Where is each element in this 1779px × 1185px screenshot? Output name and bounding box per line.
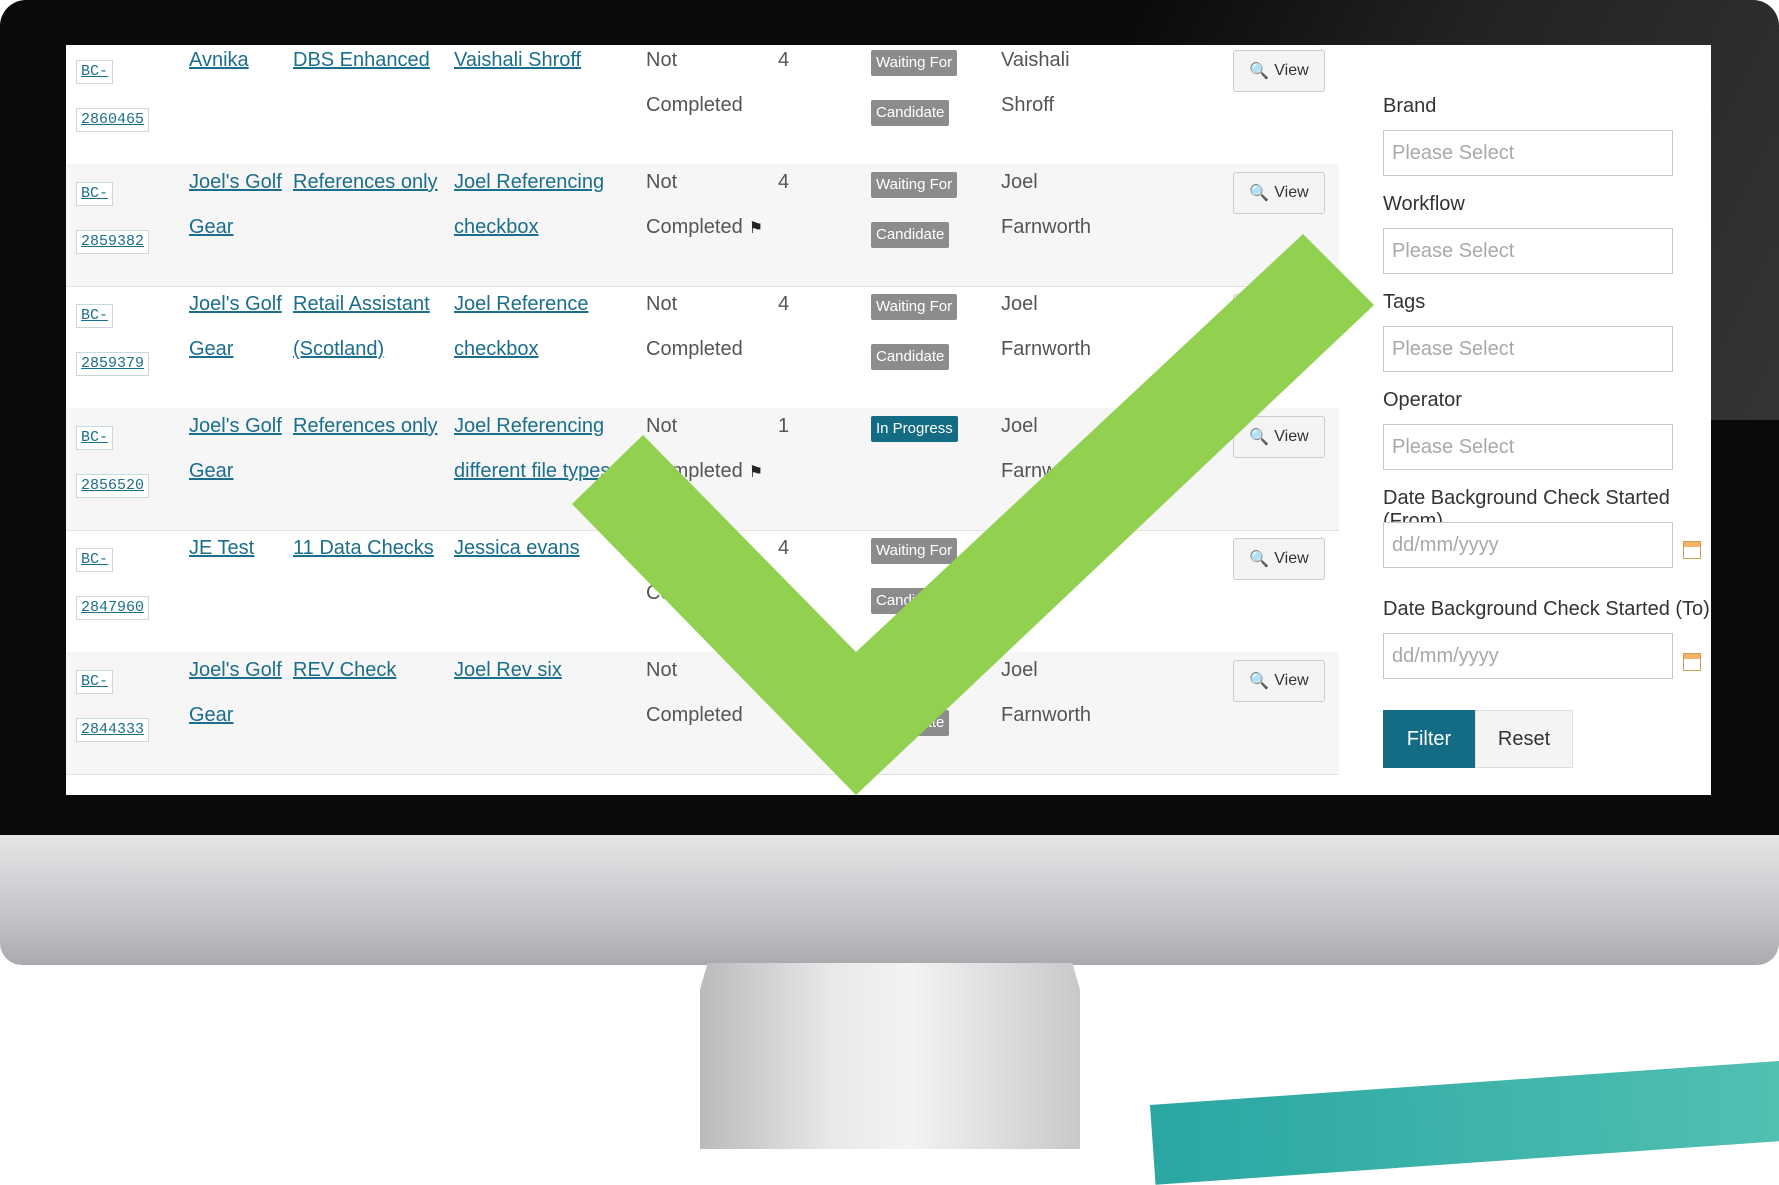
status-badge: Waiting For Candidate	[871, 294, 958, 394]
status-text: Not Completed	[646, 293, 743, 360]
candidate-link[interactable]: Jessica evans	[454, 526, 580, 571]
check-count: 4	[778, 293, 790, 315]
check-count: 1	[778, 415, 790, 437]
view-button[interactable]: 🔍 View	[1233, 50, 1325, 92]
status-badge: Waiting For Candidate	[871, 538, 958, 638]
results-table: BC- 2860465 Avnika DBS Enhanced Vaishali …	[66, 45, 1340, 795]
brand-link[interactable]: Joel's Golf Gear	[189, 160, 282, 250]
operator-name: Joel Farnworth	[1001, 171, 1092, 238]
status-text: Not Completed	[646, 537, 743, 604]
monitor-chin	[0, 835, 1779, 965]
view-button[interactable]: 🔍 View	[1233, 660, 1325, 702]
teal-swoosh	[1150, 1056, 1779, 1185]
workflow-label: Workflow	[1383, 193, 1465, 215]
reference-link[interactable]: BC- 2847960	[76, 536, 150, 632]
reference-link[interactable]: BC- 2859379	[76, 292, 150, 388]
calendar-icon[interactable]	[1683, 653, 1701, 671]
operator-name: Joel Farnworth	[1001, 659, 1092, 726]
table-row	[66, 774, 1339, 795]
monitor-stand	[700, 963, 1080, 1149]
table-row: BC- 2859382 Joel's Golf Gear References on…	[66, 164, 1339, 287]
reference-link[interactable]: BC- 2860465	[76, 48, 150, 144]
candidate-link[interactable]: Joel Referencing different file types	[454, 404, 610, 494]
magnifier-icon: 🔍	[1249, 63, 1270, 80]
table-row: BC- 2860465 Avnika DBS Enhanced Vaishali …	[66, 45, 1339, 165]
magnifier-icon: 🔍	[1249, 429, 1270, 446]
check-count: 4	[778, 537, 790, 559]
magnifier-icon: 🔍	[1249, 551, 1270, 568]
flag-icon: ⚑	[748, 220, 764, 237]
workflow-select[interactable]: Please Select	[1383, 228, 1673, 274]
tags-label: Tags	[1383, 291, 1426, 313]
check-count: 4	[778, 49, 790, 71]
date-from-input[interactable]: dd/mm/yyyy	[1383, 522, 1673, 568]
screen: BC- 2860465 Avnika DBS Enhanced Vaishali …	[66, 45, 1711, 795]
candidate-link[interactable]: Joel Rev six	[454, 648, 562, 693]
brand-select[interactable]: Please Select	[1383, 130, 1673, 176]
magnifier-icon: 🔍	[1249, 673, 1270, 690]
status-text: Not Completed ⚑	[646, 171, 764, 238]
view-button[interactable]: 🔍 View	[1233, 172, 1325, 214]
calendar-icon[interactable]	[1683, 541, 1701, 559]
workflow-link[interactable]: Retail Assistant (Scotland)	[293, 282, 430, 372]
check-count: 4	[778, 171, 790, 193]
brand-link[interactable]: Avnika	[189, 45, 249, 83]
status-text: Not Completed	[646, 49, 743, 116]
operator-label: Operator	[1383, 389, 1462, 411]
filter-button[interactable]: Filter	[1383, 710, 1475, 768]
workflow-link[interactable]: DBS Enhanced	[293, 45, 430, 83]
table-row: BC- 2856520 Joel's Golf Gear References on…	[66, 408, 1339, 531]
date-to-label: Date Background Check Started (To)	[1383, 598, 1710, 620]
status-text: Not Completed	[646, 659, 743, 726]
brand-link[interactable]: Joel's Golf Gear	[189, 648, 282, 738]
status-badge: Waiting For Candidate	[871, 172, 958, 272]
brand-link[interactable]: Joel's Golf Gear	[189, 282, 282, 372]
workflow-link[interactable]: References only	[293, 404, 438, 449]
table-row: BC- 2859379 Joel's Golf Gear Retail Assist…	[66, 286, 1339, 409]
flag-icon: ⚑	[748, 464, 764, 481]
table-row: BC- 2847960 JE Test 11 Data Checks Jessic…	[66, 530, 1339, 653]
view-button[interactable]: 🔍 View	[1233, 416, 1325, 458]
workflow-link[interactable]: 11 Data Checks	[293, 526, 434, 571]
workflow-link[interactable]: References only	[293, 160, 438, 205]
status-badge: Candidate	[871, 660, 951, 760]
operator-name: Joel Farnworth	[1001, 293, 1092, 360]
candidate-link[interactable]: Joel Referencing checkbox	[454, 160, 604, 250]
workflow-link[interactable]: REV Check	[293, 648, 396, 693]
brand-link[interactable]: JE Test	[189, 526, 254, 571]
reference-link[interactable]: BC- 2856520	[76, 414, 150, 510]
filter-panel: Brand Please Select Workflow Please Sele…	[1339, 45, 1711, 795]
view-button[interactable]: 🔍 View	[1233, 538, 1325, 580]
operator-select[interactable]: Please Select	[1383, 424, 1673, 470]
magnifier-icon: 🔍	[1249, 307, 1270, 324]
status-badge: Waiting For Candidate	[871, 50, 958, 150]
status-text: Not Completed ⚑	[646, 415, 764, 482]
candidate-link[interactable]: Joel Reference checkbox	[454, 282, 589, 372]
tags-select[interactable]: Please Select	[1383, 326, 1673, 372]
reset-button[interactable]: Reset	[1475, 710, 1573, 768]
reference-link[interactable]: BC- 2859382	[76, 170, 150, 266]
magnifier-icon: 🔍	[1249, 185, 1270, 202]
operator-name: Joel Farnworth	[1001, 415, 1092, 482]
view-button[interactable]: 🔍 View	[1233, 294, 1325, 336]
table-row: BC- 2844333 Joel's Golf Gear REV Check Joe…	[66, 652, 1339, 775]
operator-name: Vaishali Shroff	[1001, 49, 1070, 116]
brand-link[interactable]: Joel's Golf Gear	[189, 404, 282, 494]
reference-link[interactable]: BC- 2844333	[76, 658, 150, 754]
brand-label: Brand	[1383, 95, 1437, 117]
candidate-link[interactable]: Vaishali Shroff	[454, 45, 581, 83]
date-to-input[interactable]: dd/mm/yyyy	[1383, 633, 1673, 679]
status-badge: In Progress	[871, 416, 958, 466]
